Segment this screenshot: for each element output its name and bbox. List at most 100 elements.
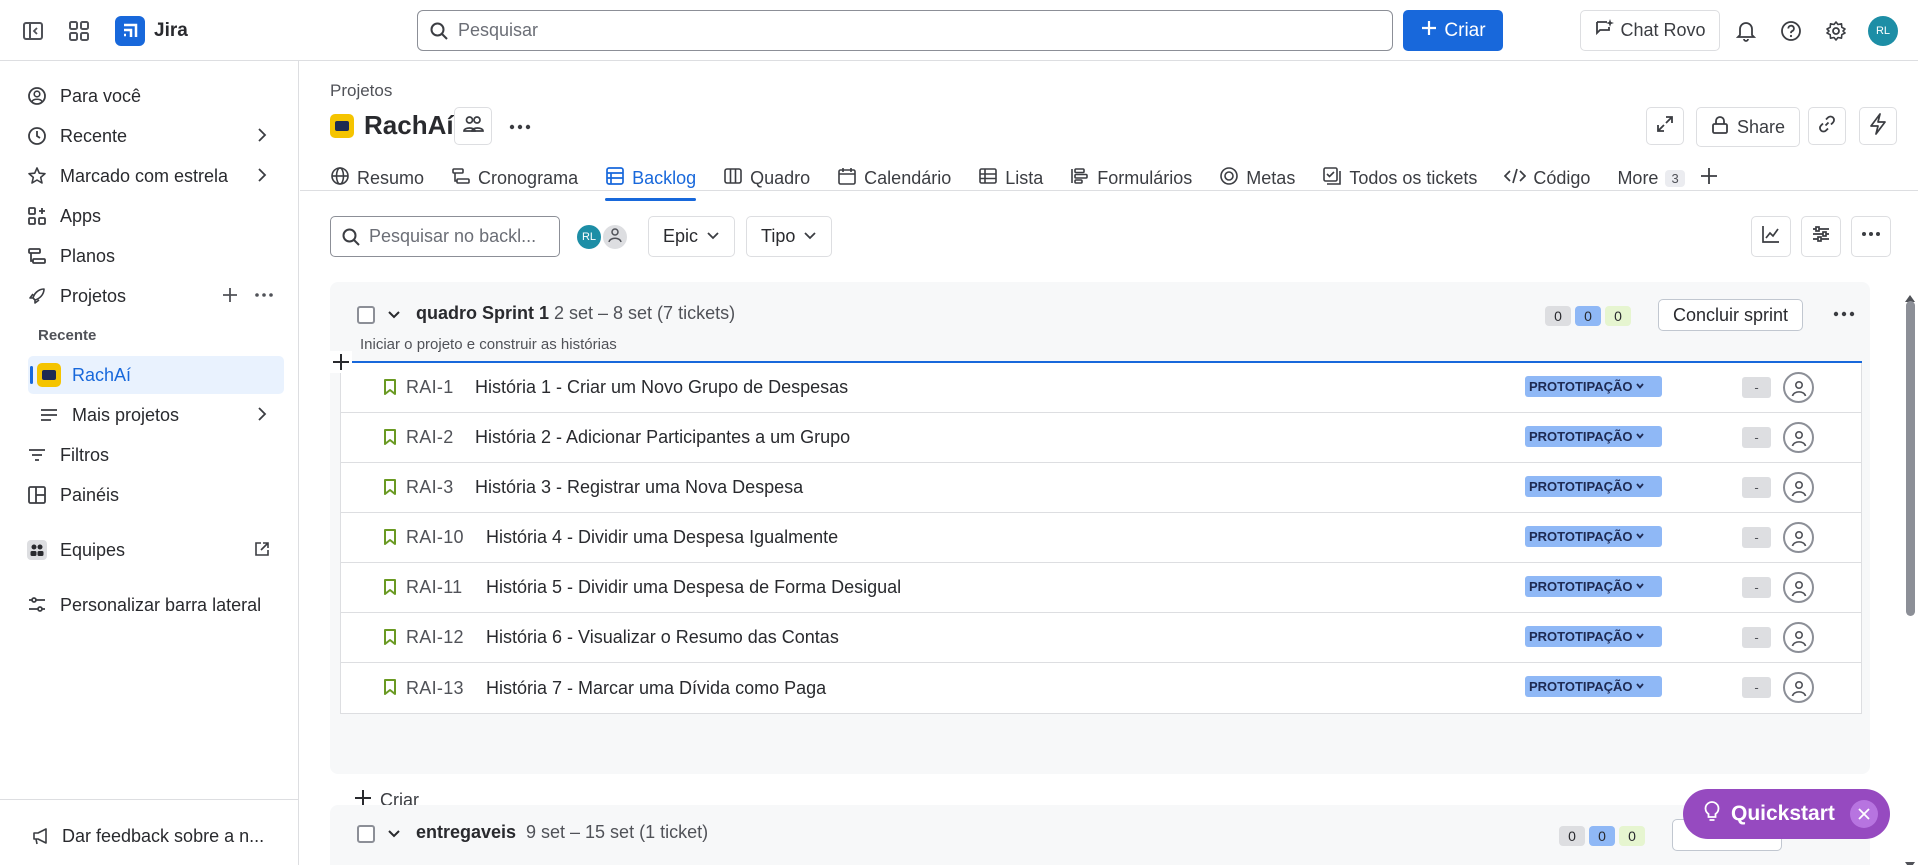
issue-row[interactable]: RAI-13 História 7 - Marcar uma Dívida co… bbox=[341, 663, 1861, 713]
sprint-more-icon[interactable] bbox=[1832, 304, 1856, 329]
assignee-avatar[interactable] bbox=[1783, 472, 1814, 503]
projects-more-icon[interactable] bbox=[254, 287, 274, 308]
backlog-more-button[interactable] bbox=[1851, 216, 1891, 257]
epic-lozenge[interactable]: PROTOTIPAÇÃO bbox=[1525, 576, 1662, 597]
epic-lozenge[interactable]: PROTOTIPAÇÃO bbox=[1525, 626, 1662, 647]
tab-board[interactable]: Quadro bbox=[723, 156, 810, 201]
breadcrumb[interactable]: Projetos bbox=[330, 81, 392, 101]
assignee-avatar[interactable] bbox=[1783, 622, 1814, 653]
issue-summary[interactable]: História 2 - Adicionar Participantes a u… bbox=[475, 427, 850, 448]
issue-row[interactable]: RAI-10 História 4 - Dividir uma Despesa … bbox=[341, 513, 1861, 563]
story-points-estimate[interactable]: - bbox=[1742, 427, 1771, 448]
sidebar-item-starred[interactable]: Marcado com estrela bbox=[12, 157, 284, 195]
story-points-estimate[interactable]: - bbox=[1742, 627, 1771, 648]
jira-logo[interactable]: Jira bbox=[115, 16, 188, 46]
assignee-avatar[interactable] bbox=[1783, 522, 1814, 553]
backlog-search-input[interactable]: Pesquisar no backl... bbox=[330, 216, 560, 257]
sidebar-item-dashboards[interactable]: Painéis bbox=[12, 476, 284, 514]
sidebar-item-recent[interactable]: Recente bbox=[12, 117, 284, 155]
add-project-plus-icon[interactable] bbox=[222, 287, 238, 308]
epic-lozenge[interactable]: PROTOTIPAÇÃO bbox=[1525, 476, 1662, 497]
project-more-icon[interactable] bbox=[508, 117, 532, 142]
issue-row[interactable]: RAI-12 História 6 - Visualizar o Resumo … bbox=[341, 613, 1861, 663]
sidebar-item-customize[interactable]: Personalizar barra lateral bbox=[12, 586, 284, 624]
share-button[interactable]: Share bbox=[1696, 107, 1800, 147]
story-points-estimate[interactable]: - bbox=[1742, 377, 1771, 398]
sidebar-item-apps[interactable]: Apps bbox=[12, 197, 284, 235]
issue-row[interactable]: RAI-2 História 2 - Adicionar Participant… bbox=[341, 413, 1861, 463]
epic-lozenge[interactable]: PROTOTIPAÇÃO bbox=[1525, 676, 1662, 697]
chevron-down-icon[interactable] bbox=[385, 306, 403, 329]
epic-lozenge[interactable]: PROTOTIPAÇÃO bbox=[1525, 376, 1662, 397]
fullscreen-button[interactable] bbox=[1646, 107, 1684, 145]
issue-key[interactable]: RAI-1 bbox=[406, 377, 454, 398]
epic-lozenge[interactable]: PROTOTIPAÇÃO bbox=[1525, 526, 1662, 547]
type-filter-button[interactable]: Tipo bbox=[746, 216, 833, 257]
help-icon[interactable] bbox=[1778, 18, 1804, 44]
assignee-avatar[interactable] bbox=[1783, 372, 1814, 403]
issue-key[interactable]: RAI-12 bbox=[406, 627, 464, 648]
chevron-down-icon[interactable] bbox=[385, 825, 403, 848]
assignee-avatar[interactable] bbox=[1783, 672, 1814, 703]
scroll-thumb[interactable] bbox=[1906, 301, 1915, 616]
assignee-avatar[interactable] bbox=[1783, 572, 1814, 603]
issue-key[interactable]: RAI-11 bbox=[406, 577, 463, 598]
story-points-estimate[interactable]: - bbox=[1742, 577, 1771, 598]
page-scrollbar[interactable] bbox=[1904, 287, 1916, 865]
sidebar-item-rachai[interactable]: RachAí bbox=[28, 356, 284, 394]
complete-sprint-button[interactable]: Concluir sprint bbox=[1658, 299, 1804, 331]
sprint-select-checkbox[interactable] bbox=[357, 306, 375, 324]
copy-link-button[interactable] bbox=[1808, 107, 1846, 145]
assignee-avatar[interactable] bbox=[1783, 422, 1814, 453]
user-avatar[interactable]: RL bbox=[1868, 16, 1898, 46]
close-icon[interactable] bbox=[1850, 800, 1878, 828]
app-switcher-icon[interactable] bbox=[66, 18, 92, 44]
global-search-input[interactable]: Pesquisar bbox=[417, 10, 1393, 51]
team-people-button[interactable] bbox=[454, 107, 492, 145]
tab-forms[interactable]: Formulários bbox=[1070, 156, 1192, 201]
tab-all-tickets[interactable]: Todos os tickets bbox=[1322, 156, 1477, 201]
tab-goals[interactable]: Metas bbox=[1219, 156, 1295, 201]
issue-key[interactable]: RAI-3 bbox=[406, 477, 454, 498]
tab-timeline[interactable]: Cronograma bbox=[451, 156, 578, 201]
notifications-bell-icon[interactable] bbox=[1733, 18, 1759, 44]
issue-key[interactable]: RAI-2 bbox=[406, 427, 454, 448]
issue-row[interactable]: RAI-11 História 5 - Dividir uma Despesa … bbox=[341, 563, 1861, 613]
scroll-down-arrow-icon[interactable] bbox=[1905, 855, 1915, 865]
automation-button[interactable] bbox=[1859, 107, 1897, 145]
tab-summary[interactable]: Resumo bbox=[330, 156, 424, 201]
insights-button[interactable] bbox=[1751, 216, 1791, 257]
issue-summary[interactable]: História 1 - Criar um Novo Grupo de Desp… bbox=[475, 377, 848, 398]
tab-more[interactable]: More 3 bbox=[1617, 156, 1685, 201]
issue-row[interactable]: RAI-3 História 3 - Registrar uma Nova De… bbox=[341, 463, 1861, 513]
story-points-estimate[interactable]: - bbox=[1742, 677, 1771, 698]
epic-filter-button[interactable]: Epic bbox=[648, 216, 736, 257]
issue-summary[interactable]: História 3 - Registrar uma Nova Despesa bbox=[475, 477, 803, 498]
sidebar-item-for-you[interactable]: Para você bbox=[12, 77, 284, 115]
issue-key[interactable]: RAI-13 bbox=[406, 678, 464, 699]
quickstart-button[interactable]: Quickstart bbox=[1683, 789, 1890, 839]
issue-key[interactable]: RAI-10 bbox=[406, 527, 464, 548]
sidebar-item-projects[interactable]: Projetos bbox=[12, 277, 284, 315]
story-points-estimate[interactable]: - bbox=[1742, 527, 1771, 548]
tab-calendar[interactable]: Calendário bbox=[837, 156, 951, 201]
sidebar-feedback-button[interactable]: Dar feedback sobre a n... bbox=[12, 817, 284, 855]
sidebar-toggle-icon[interactable] bbox=[20, 18, 46, 44]
sidebar-item-teams[interactable]: Equipes bbox=[12, 531, 284, 569]
sprint-select-checkbox[interactable] bbox=[357, 825, 375, 843]
filter-avatar-unassigned[interactable] bbox=[601, 223, 629, 251]
issue-row[interactable]: RAI-1 História 1 - Criar um Novo Grupo d… bbox=[341, 363, 1861, 413]
tab-code[interactable]: Código bbox=[1504, 156, 1590, 201]
create-button[interactable]: Criar bbox=[1403, 10, 1503, 51]
sprint-name[interactable]: quadro Sprint 1 bbox=[416, 303, 549, 324]
sidebar-item-plans[interactable]: Planos bbox=[12, 237, 284, 275]
settings-gear-icon[interactable] bbox=[1823, 18, 1849, 44]
filter-avatar-rl[interactable]: RL bbox=[575, 223, 603, 251]
tab-list[interactable]: Lista bbox=[978, 156, 1043, 201]
tab-backlog[interactable]: Backlog bbox=[605, 156, 697, 201]
issue-summary[interactable]: História 4 - Dividir uma Despesa Igualme… bbox=[486, 527, 838, 548]
issue-summary[interactable]: História 7 - Marcar uma Dívida como Paga bbox=[486, 678, 826, 699]
insert-plus-icon[interactable] bbox=[330, 351, 352, 373]
view-settings-button[interactable] bbox=[1801, 216, 1841, 257]
chat-rovo-button[interactable]: Chat Rovo bbox=[1580, 10, 1720, 51]
